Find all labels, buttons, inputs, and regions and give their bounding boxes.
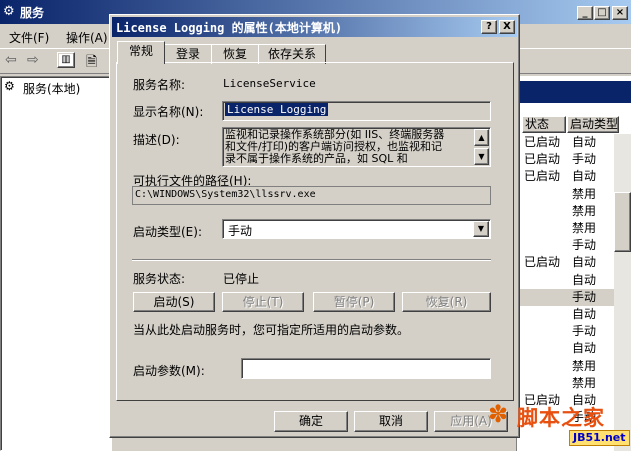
ok-button[interactable]: 确定 — [274, 411, 348, 432]
startup-params-hint: 当从此处启动服务时，您可指定所适用的启动参数。 — [133, 323, 410, 337]
table-row[interactable]: 自动 — [517, 272, 614, 289]
row-startup-type: 自动 — [572, 135, 597, 149]
row-startup-type: 自动 — [572, 272, 597, 287]
row-status: 已启动 — [524, 255, 561, 270]
properties-icon[interactable]: 🗎 — [86, 51, 97, 75]
help-icon[interactable]: ? — [481, 20, 497, 34]
tab-logon[interactable]: 登录 — [164, 44, 212, 64]
table-row[interactable]: 禁用 — [517, 375, 614, 392]
row-startup-type: 自动 — [572, 169, 597, 184]
row-startup-type: 禁用 — [572, 358, 597, 373]
maximize-icon[interactable]: □ — [594, 6, 610, 20]
row-startup-type: 自动 — [572, 255, 597, 270]
row-status: 已启动 — [524, 135, 561, 149]
tab-general[interactable]: 常规 — [117, 41, 165, 64]
tab-dependencies[interactable]: 依存关系 — [258, 44, 326, 64]
service-status-label: 服务状态: — [133, 272, 186, 286]
row-status: 已启动 — [524, 152, 561, 167]
table-row[interactable]: 自动 — [517, 306, 614, 323]
dialog-close-icon[interactable]: X — [499, 20, 515, 34]
menu-file[interactable]: 文件(F) — [9, 29, 49, 46]
table-row[interactable]: 手动 — [517, 288, 614, 306]
cancel-button[interactable]: 取消 — [354, 411, 428, 432]
scrollbar-thumb[interactable] — [614, 192, 631, 252]
row-startup-type: 自动 — [572, 307, 597, 321]
resume-button[interactable]: 恢复(R) — [402, 292, 491, 312]
scroll-down-icon[interactable]: ▼ — [474, 148, 489, 165]
description-line: 录不属于操作系统的产品，如 SQL 和 — [225, 152, 408, 165]
minimize-icon[interactable]: _ — [577, 6, 593, 20]
table-row[interactable]: 禁用 — [517, 358, 614, 375]
row-startup-type: 自动 — [572, 341, 597, 356]
startup-params-label: 启动参数(M): — [133, 364, 205, 378]
path-value: C:\WINDOWS\System32\llssrv.exe — [135, 189, 316, 200]
scroll-up-icon[interactable]: ▲ — [474, 129, 489, 146]
separator — [132, 259, 491, 261]
table-row[interactable]: 已启动 自动 — [517, 134, 614, 151]
row-startup-type: 手动 — [572, 324, 597, 339]
service-name-value: LicenseService — [223, 77, 316, 90]
table-row[interactable]: 手动 — [517, 237, 614, 254]
chevron-down-icon[interactable]: ▼ — [473, 221, 489, 237]
table-row[interactable]: 禁用 — [517, 220, 614, 237]
table-row[interactable]: 自动 — [517, 340, 614, 357]
table-row[interactable]: 禁用 — [517, 186, 614, 203]
list-banner — [517, 81, 631, 103]
row-startup-type: 禁用 — [572, 375, 597, 390]
column-header-startup-type[interactable]: 启动类型 — [567, 116, 619, 133]
gear-icon: ⚙ — [3, 4, 15, 19]
table-row[interactable]: 已启动 自动 — [517, 254, 614, 271]
watermark: ✽ 脚本之家 JB51.net — [485, 398, 631, 451]
startup-params-input[interactable] — [241, 358, 491, 379]
watermark-logo-icon: ✽ — [488, 400, 509, 428]
close-icon[interactable]: × — [612, 6, 628, 20]
back-arrow-icon[interactable]: ⇦ — [5, 52, 17, 68]
list-pane: 状态 启动类型 已启动 自动 已启动 手动 已启动 自动 禁用 禁用 禁用 手动 已启动 自动 自动 手动… — [516, 76, 631, 451]
properties-dialog: License Logging 的属性(本地计算机) ? X 常规 登录 恢复 … — [109, 14, 520, 438]
row-startup-type: 手动 — [572, 289, 597, 304]
description-field[interactable]: 监视和记录操作系统部分(如 IIS、终端服务器 和文件/打印)的客户端访问授权，… — [222, 127, 491, 167]
watermark-text: 脚本之家 — [517, 406, 605, 430]
column-header-status[interactable]: 状态 — [522, 116, 566, 133]
show-tree-icon[interactable]: ▥ — [57, 52, 75, 68]
tree-item-services-local[interactable]: 服务(本地) — [23, 80, 80, 97]
menu-action[interactable]: 操作(A) — [66, 29, 108, 46]
tree-pane: ⚙ 服务(本地) — [0, 76, 112, 451]
watermark-url: JB51.net — [569, 430, 630, 446]
path-field: C:\WINDOWS\System32\llssrv.exe — [132, 186, 491, 205]
dialog-title-bar[interactable]: License Logging 的属性(本地计算机) — [112, 17, 517, 37]
row-startup-type: 禁用 — [572, 203, 597, 218]
services-window-title: 服务 — [20, 6, 45, 20]
stop-button[interactable]: 停止(T) — [222, 292, 304, 312]
table-row[interactable]: 禁用 — [517, 203, 614, 220]
service-status-value: 已停止 — [223, 272, 260, 286]
table-row[interactable]: 已启动 手动 — [517, 151, 614, 168]
description-label: 描述(D): — [133, 133, 180, 147]
startup-type-value: 手动 — [228, 224, 253, 238]
pause-button[interactable]: 暂停(P) — [313, 292, 395, 312]
row-startup-type: 禁用 — [572, 221, 597, 235]
display-name-field[interactable]: License Logging — [222, 101, 491, 121]
table-row[interactable]: 已启动 自动 — [517, 168, 614, 185]
service-name-label: 服务名称: — [133, 78, 186, 92]
display-name-label: 显示名称(N): — [133, 105, 204, 119]
row-startup-type: 手动 — [572, 152, 597, 167]
row-startup-type: 禁用 — [572, 186, 597, 201]
tab-recovery[interactable]: 恢复 — [211, 44, 259, 64]
start-button[interactable]: 启动(S) — [133, 292, 215, 312]
startup-type-label: 启动类型(E): — [133, 225, 202, 239]
table-row[interactable]: 手动 — [517, 323, 614, 340]
forward-arrow-icon[interactable]: ⇨ — [27, 52, 39, 68]
row-status: 已启动 — [524, 169, 561, 184]
display-name-value: License Logging — [225, 103, 329, 116]
dialog-title: License Logging 的属性(本地计算机) — [116, 21, 343, 35]
startup-type-select[interactable]: 手动 ▼ — [222, 219, 491, 239]
row-startup-type: 手动 — [572, 238, 597, 253]
gear-icon: ⚙ — [4, 79, 15, 93]
